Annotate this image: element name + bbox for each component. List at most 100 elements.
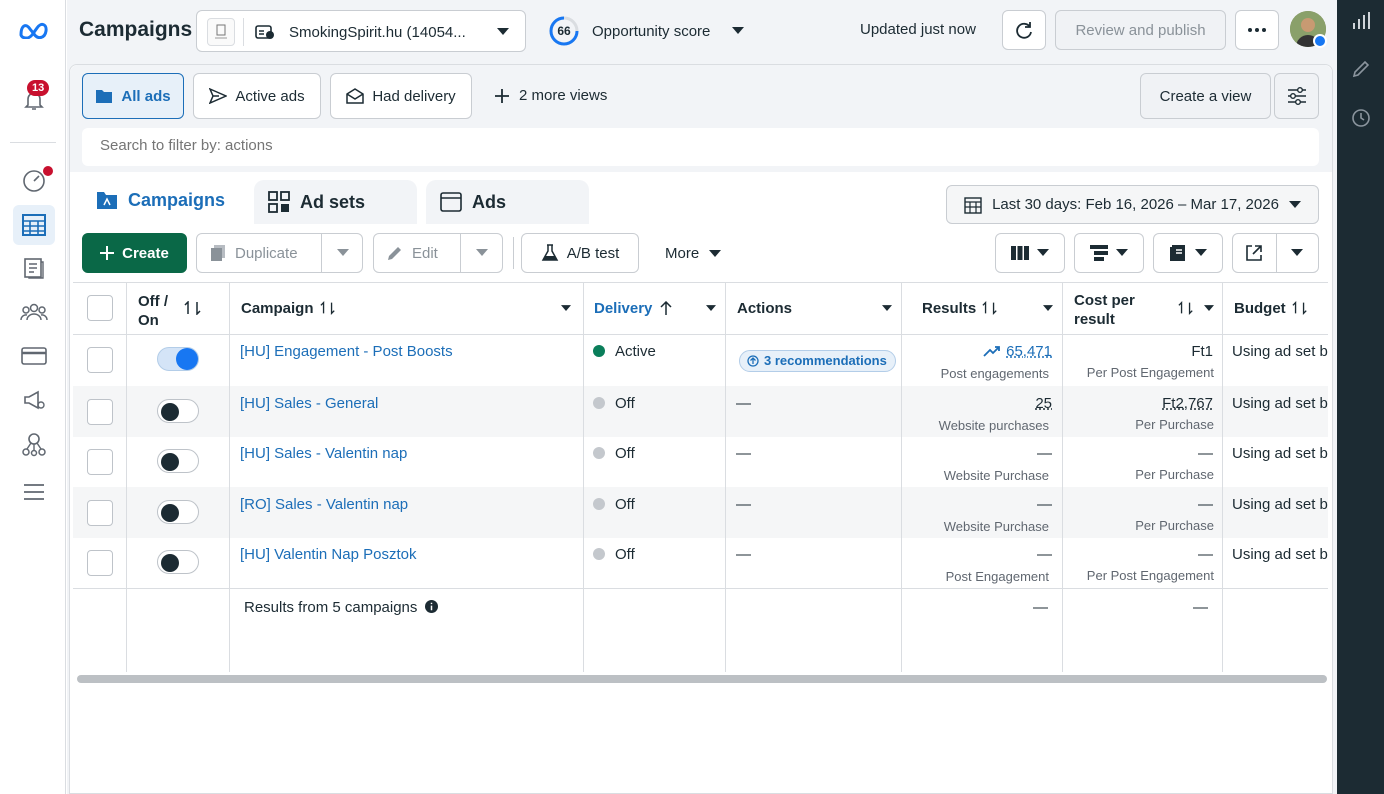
campaign-toggle[interactable] <box>157 500 199 524</box>
plus-icon <box>100 246 115 260</box>
opportunity-score-gauge[interactable]: 66 <box>548 15 580 47</box>
campaign-toggle[interactable] <box>157 347 199 371</box>
more-options-button[interactable] <box>1235 10 1279 50</box>
sort-ascending-icon <box>660 301 672 315</box>
results-label: Website purchases <box>938 418 1049 433</box>
create-button[interactable]: Create <box>82 233 187 273</box>
clock-icon[interactable] <box>1349 106 1373 130</box>
chevron-down-icon <box>709 249 722 257</box>
view-all-ads[interactable]: All ads <box>82 73 184 119</box>
audience-people-icon[interactable] <box>13 292 55 332</box>
campaign-name-link[interactable]: [HU] Sales - Valentin nap <box>240 445 407 462</box>
header-results[interactable]: Results <box>922 282 998 334</box>
refresh-button[interactable] <box>1002 10 1046 50</box>
campaign-name-link[interactable]: [RO] Sales - Valentin nap <box>240 496 408 513</box>
campaign-name-link[interactable]: [HU] Sales - General <box>240 395 378 412</box>
row-checkbox[interactable] <box>87 399 113 425</box>
duplicate-button[interactable]: Duplicate <box>196 233 363 273</box>
columns-button[interactable] <box>995 233 1065 273</box>
pencil-icon <box>388 247 401 260</box>
meta-logo-icon[interactable] <box>13 10 55 50</box>
tab-ads[interactable]: Ads <box>426 180 589 224</box>
view-active-ads[interactable]: Active ads <box>193 73 321 119</box>
row-checkbox[interactable] <box>87 500 113 526</box>
plus-icon <box>495 88 509 103</box>
edit-button[interactable]: Edit <box>373 233 503 273</box>
breakdown-button[interactable] <box>1074 233 1144 273</box>
ab-test-button[interactable]: A/B test <box>521 233 639 273</box>
results-value[interactable]: 65,471 <box>1006 343 1052 360</box>
more-views-button[interactable]: 2 more views <box>495 87 607 104</box>
results-value: — <box>1037 445 1052 462</box>
row-checkbox[interactable] <box>87 550 113 576</box>
opportunity-score-label[interactable]: Opportunity score <box>592 23 710 40</box>
budget-value: Using ad set b <box>1232 445 1328 462</box>
row-checkbox[interactable] <box>87 347 113 373</box>
billing-card-icon[interactable] <box>13 336 55 376</box>
header-campaign[interactable]: Campaign <box>241 282 336 334</box>
more-actions-button[interactable]: More <box>665 245 722 262</box>
campaign-name-link[interactable]: [HU] Valentin Nap Posztok <box>240 546 416 563</box>
pencil-icon[interactable] <box>1349 57 1373 81</box>
view-had-delivery[interactable]: Had delivery <box>330 73 472 119</box>
export-button[interactable] <box>1232 233 1319 273</box>
delivery-status-dot <box>593 447 605 459</box>
summary-label: Results from 5 campaigns <box>244 599 438 616</box>
delivery-status: Off <box>615 445 635 462</box>
review-publish-button[interactable]: Review and publish <box>1055 10 1226 50</box>
header-actions[interactable]: Actions <box>737 282 792 334</box>
campaigns-table: Off / On Campaign Delivery Actions Resul… <box>73 282 1328 672</box>
right-side-rail <box>1337 0 1384 794</box>
search-input[interactable] <box>100 137 1200 154</box>
recommendations-badge[interactable]: 3 recommendations <box>739 350 896 372</box>
chevron-down-icon <box>1288 200 1301 208</box>
results-label: Website Purchase <box>943 468 1049 483</box>
cost-per-result-label: Per Purchase <box>1135 417 1214 432</box>
chevron-down-icon <box>1043 305 1053 311</box>
header-cost-per-result[interactable]: Cost per result <box>1074 291 1135 329</box>
campaign-toggle[interactable] <box>157 550 199 574</box>
header-budget[interactable]: Budget <box>1234 282 1308 334</box>
header-delivery[interactable]: Delivery <box>594 282 672 334</box>
send-icon <box>209 88 228 104</box>
megaphone-settings-icon[interactable] <box>13 380 55 420</box>
columns-icon <box>1011 246 1029 260</box>
trend-up-icon <box>983 346 1000 357</box>
campaign-name-link[interactable]: [HU] Engagement - Post Boosts <box>240 343 453 360</box>
header-off-on[interactable]: Off / On <box>138 292 168 330</box>
dashboard-gauge-icon[interactable] <box>13 160 55 200</box>
actions-cell: — <box>736 546 751 563</box>
date-range-picker[interactable]: Last 30 days: Feb 16, 2026 – Mar 17, 202… <box>946 185 1319 224</box>
select-all-checkbox[interactable] <box>87 295 113 321</box>
tab-campaigns[interactable]: Campaigns <box>82 176 244 224</box>
bell-icon[interactable]: 13 <box>13 80 55 120</box>
chevron-down-icon <box>497 28 509 36</box>
results-value: — <box>1037 496 1052 513</box>
reports-icon <box>1170 245 1185 261</box>
view-settings-button[interactable] <box>1274 73 1319 119</box>
account-selector[interactable]: SmokingSpirit.hu (14054... <box>196 10 526 52</box>
chevron-down-icon[interactable] <box>732 27 744 35</box>
delivery-status-dot <box>593 397 605 409</box>
campaign-toggle[interactable] <box>157 399 199 423</box>
pages-icon[interactable] <box>13 248 55 288</box>
results-value[interactable]: 25 <box>1035 395 1052 412</box>
tab-ad-sets[interactable]: Ad sets <box>254 180 417 224</box>
bar-chart-icon[interactable] <box>1349 9 1373 33</box>
campaign-toggle[interactable] <box>157 449 199 473</box>
ad-window-icon <box>440 192 462 212</box>
cost-per-result-value: — <box>1198 445 1213 462</box>
search-filter-bar[interactable] <box>82 128 1319 166</box>
create-view-button[interactable]: Create a view <box>1140 73 1271 119</box>
results-label: Post Engagement <box>945 569 1049 584</box>
network-icon[interactable] <box>13 424 55 464</box>
table-grid-icon[interactable] <box>13 205 55 245</box>
horizontal-scrollbar-thumb[interactable] <box>77 675 1327 683</box>
hamburger-menu-icon[interactable] <box>13 472 55 512</box>
cost-per-result-label: Per Post Engagement <box>1086 568 1214 583</box>
delivery-status-dot <box>593 345 605 357</box>
row-checkbox[interactable] <box>87 449 113 475</box>
reports-button[interactable] <box>1153 233 1223 273</box>
results-label: Post engagements <box>940 366 1049 381</box>
cost-per-result-value[interactable]: Ft2,767 <box>1162 395 1213 412</box>
